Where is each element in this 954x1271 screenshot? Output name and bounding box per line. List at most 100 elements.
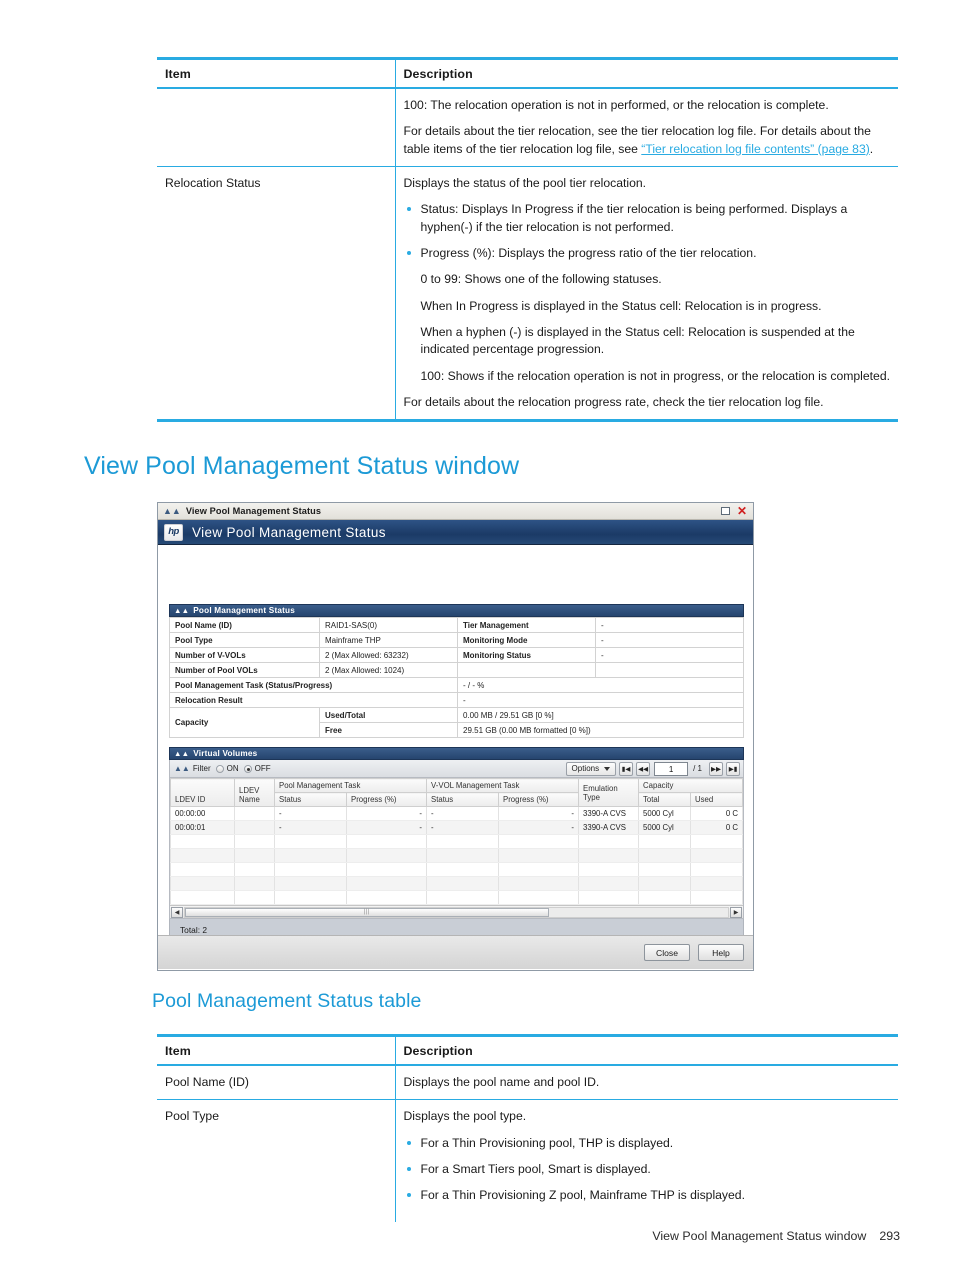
- options-label: Options: [571, 764, 600, 773]
- link-tail: .: [869, 141, 874, 156]
- application-window-screenshot: ▲▲ View Pool Management Status ✕ hp View…: [157, 502, 754, 971]
- col-vvol-status[interactable]: Status: [426, 792, 499, 807]
- restore-icon[interactable]: [720, 507, 730, 515]
- scrollbar-thumb[interactable]: |||: [185, 907, 549, 917]
- cell-pool-progress: -: [346, 820, 427, 835]
- close-icon[interactable]: ✕: [737, 505, 747, 517]
- value-pool-management-task: - / - %: [457, 677, 744, 693]
- cell-capacity-total: 5000 Cyl: [638, 806, 692, 821]
- table-row: 100: The relocation operation is not in …: [157, 88, 898, 167]
- table-row-empty: [170, 890, 743, 905]
- panel-collapse-icon[interactable]: ▲▲: [174, 750, 189, 758]
- table-header-row: Item Description: [157, 57, 898, 89]
- col-emulation-type[interactable]: Emulation Type: [578, 778, 640, 807]
- value-monitoring-status: -: [595, 647, 744, 663]
- cell-vvol-status: -: [426, 820, 499, 835]
- col-group-vvol-management-task: V-VOL Management Task: [425, 778, 580, 793]
- filter-off-radio[interactable]: [243, 764, 252, 773]
- col-capacity-total[interactable]: Total: [638, 792, 692, 807]
- cell-capacity-total: 5000 Cyl: [638, 820, 692, 835]
- empty-cell: [457, 662, 596, 678]
- virtual-volumes-toolbar: ▲▲ Filter ON OFF Options ▮◀ ◀◀ 1 / 1 ▶▶ …: [169, 760, 744, 778]
- label-number-of-pool-vols: Number of Pool VOLs: [169, 662, 320, 678]
- next-page-button[interactable]: ▶▶: [709, 761, 723, 776]
- previous-page-button[interactable]: ◀◀: [636, 761, 651, 776]
- panel-header[interactable]: ▲▲ Virtual Volumes: [169, 747, 744, 760]
- col-ldev-id[interactable]: LDEV ID: [170, 778, 235, 807]
- empty-cell: [346, 876, 427, 891]
- virtual-volumes-grid-wrapper: LDEV ID LDEV Name Pool Management Task V…: [169, 778, 744, 919]
- col-group-capacity: Capacity: [638, 778, 743, 793]
- last-page-button[interactable]: ▶▮: [726, 761, 740, 776]
- cell-pool-status: -: [274, 806, 347, 821]
- panel-collapse-icon[interactable]: ▲▲: [174, 607, 189, 615]
- pool-management-status-panel: ▲▲ Pool Management Status Pool Name (ID)…: [169, 604, 744, 738]
- collapse-icon[interactable]: ▲▲: [163, 506, 181, 516]
- options-button[interactable]: Options: [565, 761, 617, 776]
- empty-cell: [690, 848, 743, 863]
- panel-title: Virtual Volumes: [193, 749, 258, 758]
- filter-on-radio[interactable]: [215, 764, 224, 773]
- close-button[interactable]: Close: [644, 944, 690, 961]
- label-tier-management: Tier Management: [457, 617, 596, 633]
- hp-logo-text: hp: [168, 526, 179, 538]
- value-free: 29.51 GB (0.00 MB formatted [0 %]): [457, 722, 744, 738]
- intro-text: Displays the pool type.: [403, 1109, 527, 1124]
- label-pool-name: Pool Name (ID): [169, 617, 320, 633]
- col-vvol-progress[interactable]: Progress (%): [497, 792, 580, 807]
- label-free: Free: [319, 722, 458, 738]
- value-monitoring-mode: -: [595, 632, 744, 648]
- empty-cell: [638, 848, 692, 863]
- cell-vvol-status: -: [426, 806, 499, 821]
- col-pool-status[interactable]: Status: [274, 792, 347, 807]
- sub-paragraph: When a hyphen (-) is displayed in the St…: [420, 324, 855, 357]
- col-ldev-name[interactable]: LDEV Name: [234, 778, 275, 807]
- table-row[interactable]: 00:00:01 - - - - 3390-A CVS 5000 Cyl 0 C: [170, 820, 743, 835]
- scroll-left-icon[interactable]: ◀: [171, 906, 183, 918]
- table-row[interactable]: 00:00:00 - - - - 3390-A CVS 5000 Cyl 0 C: [170, 806, 743, 821]
- scrollbar-track[interactable]: |||: [184, 906, 729, 918]
- scroll-right-icon[interactable]: ▶: [730, 906, 742, 918]
- page-footer: View Pool Management Status window 293: [652, 1229, 900, 1243]
- empty-cell: [346, 848, 427, 863]
- table-row: Relocation Status Displays the status of…: [157, 166, 898, 423]
- first-page-button[interactable]: ▮◀: [619, 761, 634, 776]
- value-pool-name: RAID1-SAS(0): [319, 617, 458, 633]
- label-relocation-result: Relocation Result: [169, 692, 458, 708]
- cross-reference-link[interactable]: “Tier relocation log file contents” (pag…: [641, 142, 870, 156]
- table-row: Pool Type Mainframe THP Monitoring Mode …: [169, 632, 744, 648]
- filter-collapse-icon[interactable]: ▲▲: [174, 764, 190, 773]
- window-title-bar: ▲▲ View Pool Management Status ✕: [158, 503, 753, 520]
- empty-cell: [346, 834, 427, 849]
- outro-text: For details about the relocation progres…: [403, 394, 824, 409]
- empty-cell: [497, 862, 580, 877]
- sub-paragraph: 100: Shows if the relocation operation i…: [420, 368, 890, 383]
- value-tier-management: -: [595, 617, 744, 633]
- cell-vvol-progress: -: [497, 820, 580, 835]
- empty-cell: [578, 876, 640, 891]
- col-pool-progress[interactable]: Progress (%): [346, 792, 427, 807]
- window-footer: Close Help: [158, 935, 753, 969]
- help-button[interactable]: Help: [698, 944, 744, 961]
- panel-header[interactable]: ▲▲ Pool Management Status: [169, 604, 744, 617]
- label-used-total: Used/Total: [319, 707, 458, 723]
- empty-cell: [274, 834, 347, 849]
- filter-on-label: ON: [226, 764, 239, 773]
- bullet-list: Status: Displays In Progress if the tier…: [404, 201, 891, 262]
- table-header-row: Item Description: [157, 1034, 898, 1066]
- horizontal-scrollbar[interactable]: ◀ ||| ▶: [170, 905, 743, 918]
- scrollbar-grip-icon: |||: [363, 909, 370, 915]
- relocation-status-table: Item Description 100: The relocation ope…: [157, 57, 898, 423]
- col-group-pool-management-task: Pool Management Task: [274, 778, 427, 793]
- page-number-input[interactable]: 1: [654, 761, 689, 776]
- empty-cell: [426, 862, 499, 877]
- cell-ldev-name: [234, 806, 275, 821]
- cell-vvol-progress: -: [497, 806, 580, 821]
- bullet-list: For a Thin Provisioning pool, THP is dis…: [404, 1135, 891, 1205]
- intro-text: Displays the status of the pool tier rel…: [403, 175, 647, 190]
- empty-cell: [170, 848, 235, 863]
- empty-cell: [234, 834, 275, 849]
- col-capacity-used[interactable]: Used: [690, 792, 743, 807]
- cell-capacity-used: 0 C: [690, 806, 743, 821]
- empty-cell: [497, 876, 580, 891]
